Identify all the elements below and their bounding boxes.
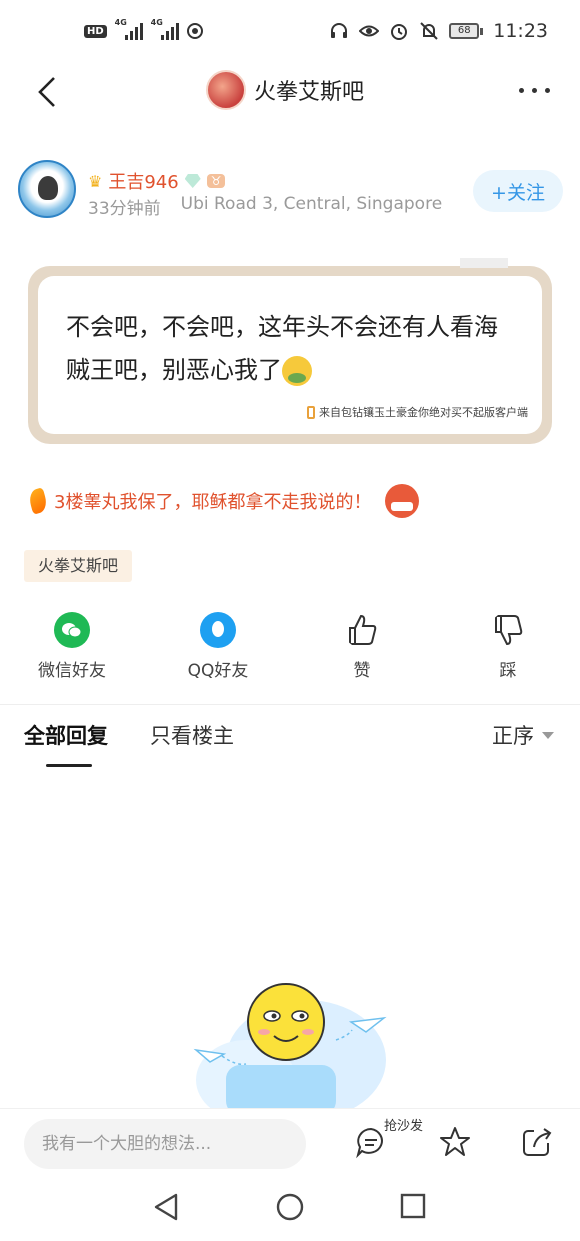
tab-op-only[interactable]: 只看楼主 [150,720,234,750]
post-meta: 33分钟前 Ubi Road 3, Central, Singapore [88,194,442,219]
nav-back-icon[interactable] [152,1192,180,1222]
angry-emoji-icon [385,484,420,518]
bar-title[interactable]: 火拳艾斯吧 [206,70,364,110]
sort-order-dropdown[interactable]: 正序 [492,720,554,750]
comment-bar: 我有一个大胆的想法... 抢沙发 [0,1108,580,1180]
more-icon[interactable] [519,88,550,93]
signal-icon-2: 4G [151,18,179,40]
signature-text: 3楼睾丸我保了，耶稣都拿不走我说的！ [54,492,372,513]
divider [0,704,580,705]
post-location: Ubi Road 3, Central, Singapore [180,194,443,214]
signature-line: 3楼睾丸我保了，耶稣都拿不走我说的！ [27,484,420,518]
share-wechat-button[interactable]: 微信好友 [22,612,122,681]
battery-icon: 68 [449,23,484,39]
eye-icon [359,25,380,37]
diamond-icon [184,174,201,188]
phone-icon [307,405,315,419]
status-bar: HD 4G 4G 68 11:23 [0,0,580,64]
caret-down-icon [542,731,554,739]
qq-icon [200,612,236,648]
sort-order-label: 正序 [492,724,534,748]
share-wechat-label: 微信好友 [38,661,106,681]
tab-active-indicator [46,764,92,767]
empty-replies-illustration [193,983,387,1110]
share-qq-label: QQ好友 [187,661,249,681]
nav-home-icon[interactable] [275,1192,305,1222]
thumbs-down-icon [495,615,523,646]
wechat-icon [54,612,90,648]
network-label-2: 4G [150,18,163,27]
author-name[interactable]: 王吉946 [108,168,178,194]
post-text-block: 不会吧，不会吧，这年头不会还有人看海贼王吧，别恶心我了 [66,306,516,392]
follow-button[interactable]: +关注 [473,170,563,212]
client-source-text: 来自包钻镶玉土豪金你绝对买不起版客户端 [319,406,528,419]
bar-tag[interactable]: 火拳艾斯吧 [24,550,133,582]
title-bar: 火拳艾斯吧 [0,64,580,120]
battery-level: 68 [449,23,480,39]
star-icon[interactable] [438,1125,472,1159]
like-label: 赞 [353,661,371,681]
bell-off-icon [420,22,438,40]
reply-tabs: 全部回复 只看楼主 正序 [0,720,580,770]
comment-input[interactable]: 我有一个大胆的想法... [24,1119,306,1169]
clock: 11:23 [493,20,548,42]
back-icon[interactable] [34,74,62,110]
avatar[interactable] [18,160,76,218]
dislike-button[interactable]: 踩 [458,612,558,681]
hd-badge: HD [84,24,107,38]
share-qq-button[interactable]: QQ好友 [168,612,268,681]
share-row: 微信好友 QQ好友 赞 踩 [0,612,580,692]
dislike-label: 踩 [499,661,517,681]
post-time: 33分钟前 [88,199,161,219]
bar-avatar [206,70,246,110]
alarm-icon [391,24,408,40]
flame-icon [27,487,49,515]
comment-icon[interactable] [354,1125,388,1159]
page-title: 火拳艾斯吧 [254,80,365,105]
author-name-row: ♛ 王吉946 ♉ [88,168,226,194]
nauseated-emoji-icon [282,356,312,386]
nav-recents-icon[interactable] [400,1192,426,1220]
headphones-icon [331,23,348,38]
status-left: HD 4G 4G [84,18,203,40]
post-bubble: 不会吧，不会吧，这年头不会还有人看海贼王吧，别恶心我了 来自包钻镶玉土豪金你绝对… [28,258,552,444]
bubble-tab [460,258,508,268]
system-nav-bar [0,1180,580,1241]
author-row: ♛ 王吉946 ♉ 33分钟前 Ubi Road 3, Central, Sin… [18,160,563,224]
tab-all-replies[interactable]: 全部回复 [24,720,108,750]
thumbs-up-icon [349,614,377,645]
signal-icon: 4G [115,18,143,40]
status-right: 68 11:23 [329,20,548,42]
post-content: 不会吧，不会吧，这年头不会还有人看海贼王吧，别恶心我了 来自包钻镶玉土豪金你绝对… [38,276,542,434]
crown-icon: ♛ [88,171,103,191]
globe-icon [186,23,203,39]
sofa-label: 抢沙发 [384,1119,424,1134]
client-source: 来自包钻镶玉土豪金你绝对买不起版客户端 [307,404,528,420]
network-label-1: 4G [114,18,127,27]
share-icon[interactable] [520,1125,554,1159]
like-button[interactable]: 赞 [312,612,412,681]
zodiac-badge: ♉ [206,174,226,188]
